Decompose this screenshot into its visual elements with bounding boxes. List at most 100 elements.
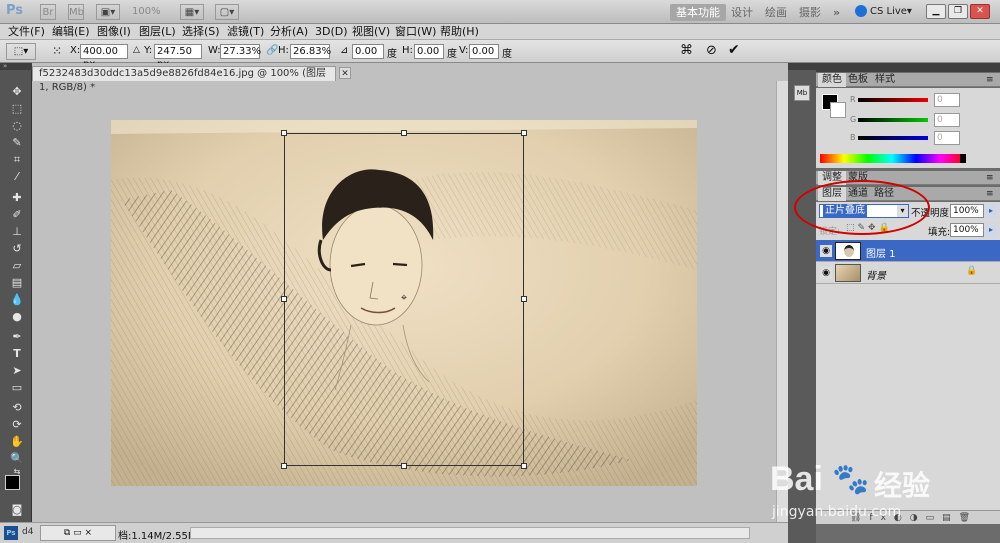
transform-handle[interactable] xyxy=(401,463,407,469)
bridge-icon[interactable]: Br xyxy=(40,4,56,20)
vertical-scrollbar[interactable] xyxy=(776,81,788,522)
more-workspaces-button[interactable]: » xyxy=(827,4,846,21)
g-slider[interactable] xyxy=(858,118,928,122)
brush-tool-icon[interactable]: ✐ xyxy=(9,208,25,222)
close-button[interactable]: ✕ xyxy=(970,4,990,19)
menu-image[interactable]: 图像(I) xyxy=(97,25,131,39)
color-spectrum-ramp[interactable] xyxy=(820,154,964,163)
r-slider[interactable] xyxy=(858,98,928,102)
panel-menu-icon[interactable]: ≡ xyxy=(982,171,998,185)
workspace-photography[interactable]: 摄影 xyxy=(793,4,827,21)
status-bar-buttons[interactable]: ⧉ ▭ ⨯ xyxy=(40,525,116,541)
menu-layer[interactable]: 图层(L) xyxy=(139,25,176,39)
r-field[interactable]: 0 xyxy=(934,93,960,107)
menu-3d[interactable]: 3D(D) xyxy=(315,25,348,39)
cs-live-button[interactable]: CS Live▾ xyxy=(855,3,917,21)
x-field[interactable]: 400.00 px xyxy=(80,44,128,70)
zoom-level[interactable]: 100% xyxy=(132,4,162,20)
panel-menu-icon[interactable]: ≡ xyxy=(982,187,998,201)
close-document-icon[interactable]: ✕ xyxy=(339,67,351,79)
menu-file[interactable]: 文件(F) xyxy=(8,25,45,39)
transform-handle[interactable] xyxy=(401,130,407,136)
vskew-field[interactable]: 0.00 xyxy=(469,44,499,59)
arrange-documents-icon[interactable]: ▦▾ xyxy=(180,4,204,20)
transform-handle[interactable] xyxy=(521,296,527,302)
fill-field[interactable]: 100% xyxy=(950,223,984,237)
menu-help[interactable]: 帮助(H) xyxy=(440,25,479,39)
angle-field[interactable]: 0.00 xyxy=(352,44,384,59)
layer-row[interactable]: ◉ 图层 1 xyxy=(816,240,1000,262)
black-swatch[interactable] xyxy=(960,154,966,163)
horizontal-scrollbar[interactable] xyxy=(190,527,750,539)
clone-stamp-tool-icon[interactable]: ⊥ xyxy=(9,225,25,239)
workspace-design[interactable]: 设计 xyxy=(725,4,759,21)
layer-row[interactable]: ◉ 背景 🔒 xyxy=(816,262,1000,284)
panel-menu-icon[interactable]: ≡ xyxy=(982,73,998,87)
3d-rotate-tool-icon[interactable]: ⟲ xyxy=(9,401,25,415)
blur-tool-icon[interactable]: 💧 xyxy=(9,293,25,307)
view-extras-icon[interactable]: ▣▾ xyxy=(96,4,120,20)
menu-window[interactable]: 窗口(W) xyxy=(395,25,436,39)
path-selection-tool-icon[interactable]: ➤ xyxy=(9,364,25,378)
move-tool-icon[interactable]: ✥ xyxy=(9,85,25,99)
menu-filter[interactable]: 滤镜(T) xyxy=(227,25,264,39)
pen-tool-icon[interactable]: ✒ xyxy=(9,330,25,344)
hand-tool-icon[interactable]: ✋ xyxy=(9,435,25,449)
panel-collapse-icon[interactable]: » xyxy=(0,63,32,70)
workspace-essentials[interactable]: 基本功能 xyxy=(670,4,726,21)
eye-icon[interactable]: ◉ xyxy=(820,267,832,279)
quick-mask-icon[interactable]: ◙ xyxy=(9,503,25,517)
reference-point-icon[interactable]: ⁙ xyxy=(52,44,66,58)
commit-transform-icon[interactable]: ✔ xyxy=(728,42,740,58)
zoom-tool-icon[interactable]: 🔍 xyxy=(9,452,25,466)
screen-mode-icon[interactable]: ▢▾ xyxy=(215,4,239,20)
transform-handle[interactable] xyxy=(281,130,287,136)
b-slider[interactable] xyxy=(858,136,928,140)
transform-handle[interactable] xyxy=(281,296,287,302)
cancel-transform-icon[interactable]: ⊘ xyxy=(706,43,717,58)
eye-icon[interactable]: ◉ xyxy=(820,245,832,257)
b-field[interactable]: 0 xyxy=(934,131,960,145)
zoom-status-field[interactable]: d4 xyxy=(22,527,33,537)
w-field[interactable]: 27.33% xyxy=(220,44,261,59)
history-brush-tool-icon[interactable]: ↺ xyxy=(9,242,25,256)
minimize-button[interactable]: ▁ xyxy=(926,4,946,19)
healing-brush-tool-icon[interactable]: ✚ xyxy=(9,191,25,205)
transform-handle[interactable] xyxy=(281,463,287,469)
menu-select[interactable]: 选择(S) xyxy=(182,25,220,39)
g-field[interactable]: 0 xyxy=(934,113,960,127)
3d-orbit-tool-icon[interactable]: ⟳ xyxy=(9,418,25,432)
workspace-painting[interactable]: 绘画 xyxy=(759,4,793,21)
fill-slider-arrow-icon[interactable]: ▸ xyxy=(985,223,997,237)
gradient-tool-icon[interactable]: ▤ xyxy=(9,276,25,290)
transform-handle[interactable] xyxy=(521,463,527,469)
document-tab[interactable]: f5232483d30ddc13a5d9e8826fd84e16.jpg @ 1… xyxy=(32,66,351,93)
h-field[interactable]: 26.83% xyxy=(290,44,331,59)
minibridge-icon[interactable]: Mb xyxy=(68,4,84,20)
shape-tool-icon[interactable]: ▭ xyxy=(9,381,25,395)
transform-tool-preset-icon[interactable]: ⬚▾ xyxy=(6,43,36,60)
crop-tool-icon[interactable]: ⌗ xyxy=(9,153,25,167)
foreground-color-swatch[interactable] xyxy=(5,475,20,490)
hskew-field[interactable]: 0.00 xyxy=(414,44,444,59)
quick-selection-tool-icon[interactable]: ✎ xyxy=(9,136,25,150)
menu-edit[interactable]: 编辑(E) xyxy=(52,25,90,39)
relative-position-icon[interactable]: △ xyxy=(133,45,140,55)
eyedropper-tool-icon[interactable]: ⁄ xyxy=(9,170,25,184)
restore-button[interactable]: ❐ xyxy=(948,4,968,19)
transform-handle[interactable] xyxy=(521,130,527,136)
tab-color[interactable]: 颜色 xyxy=(818,73,846,87)
marquee-tool-icon[interactable]: ⬚ xyxy=(9,102,25,116)
menu-view[interactable]: 视图(V) xyxy=(352,25,390,39)
minibridge-panel-icon[interactable]: Mb xyxy=(794,85,810,101)
tab-styles[interactable]: 样式 xyxy=(871,73,899,87)
opacity-slider-arrow-icon[interactable]: ▸ xyxy=(985,204,997,218)
opacity-field[interactable]: 100% xyxy=(950,204,984,218)
warp-mode-icon[interactable]: ⌘ xyxy=(680,43,693,58)
background-swatch[interactable] xyxy=(830,102,846,118)
eraser-tool-icon[interactable]: ▱ xyxy=(9,259,25,273)
reference-point-crosshair-icon[interactable]: ⌖ xyxy=(398,292,410,304)
link-icon[interactable]: 🔗 xyxy=(266,45,278,56)
tab-swatches[interactable]: 色板 xyxy=(844,73,872,87)
lasso-tool-icon[interactable]: ◌ xyxy=(9,119,25,133)
